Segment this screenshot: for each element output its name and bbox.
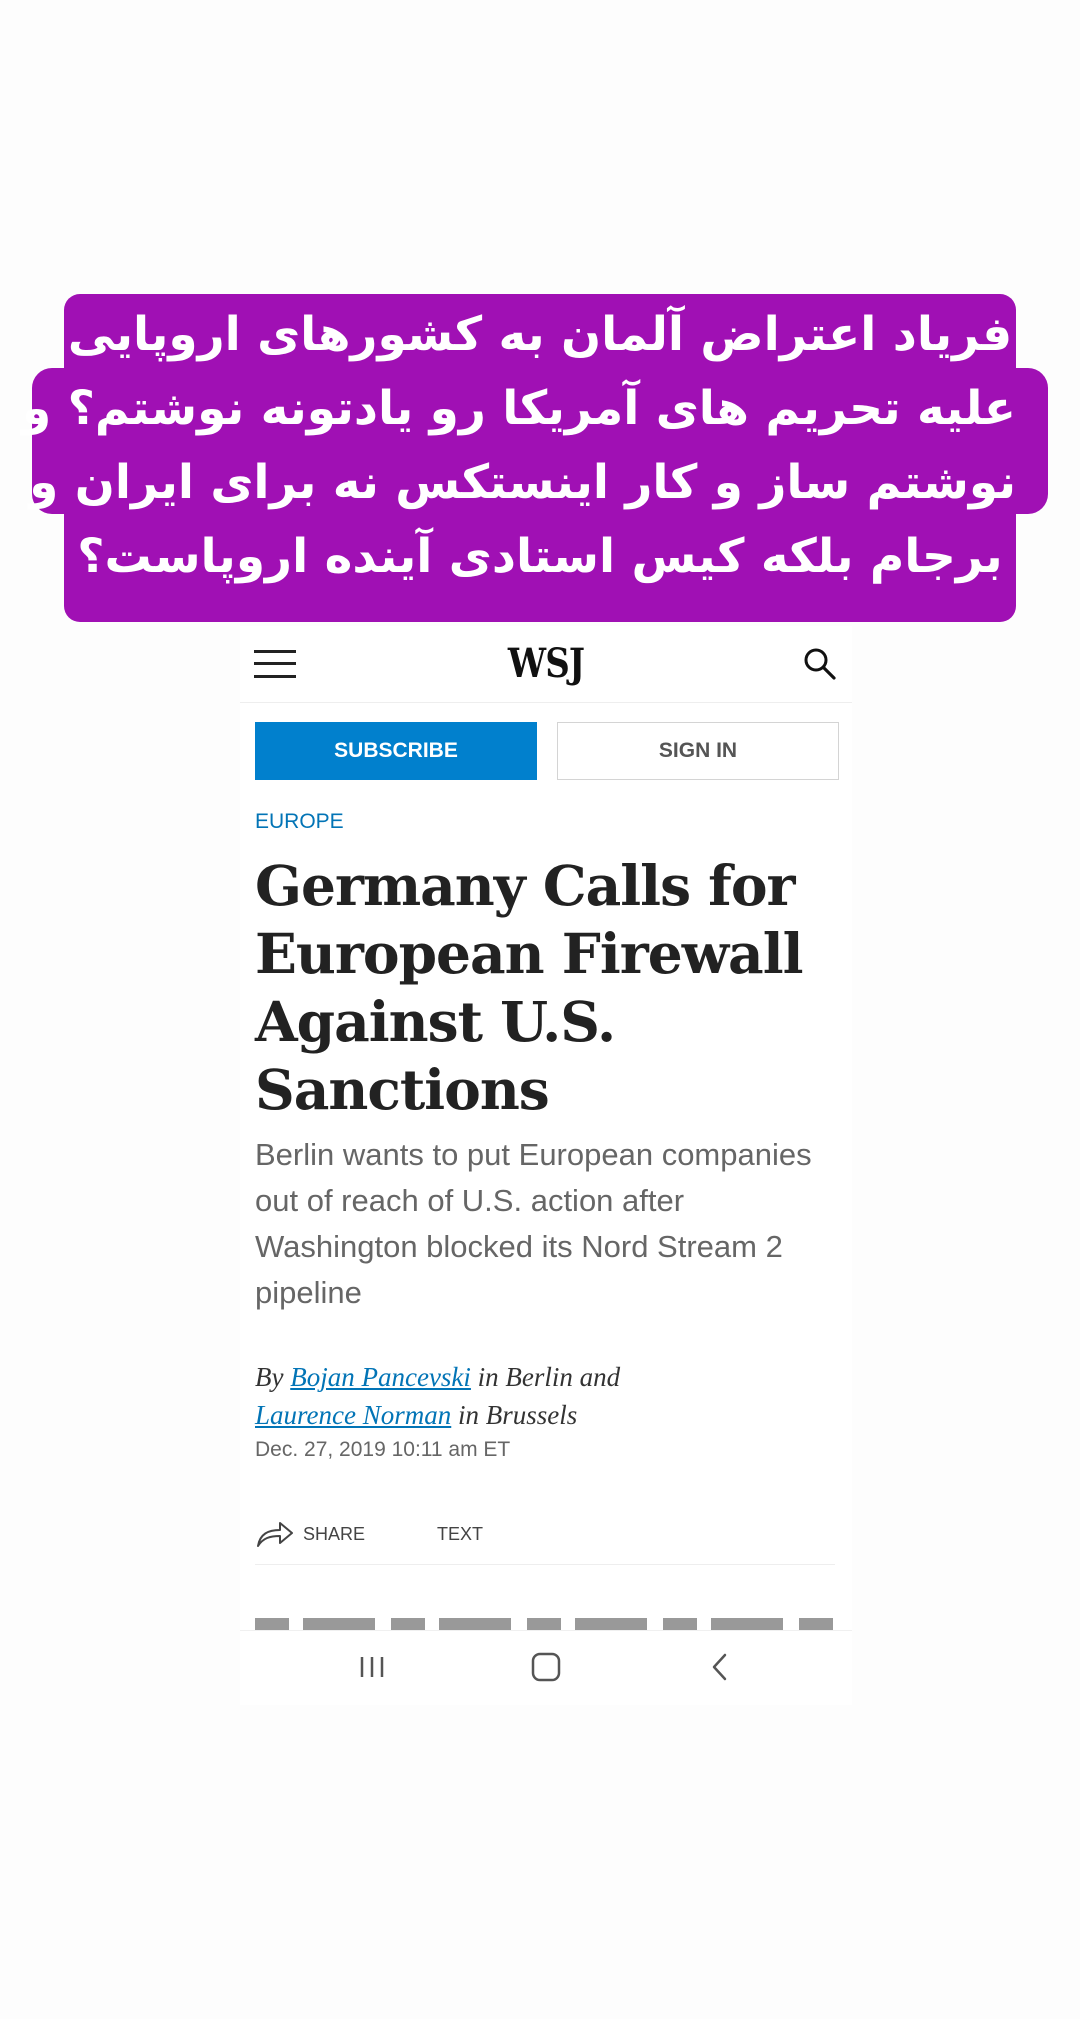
sign-in-button[interactable]: SIGN IN — [557, 722, 839, 780]
share-arrow-icon — [257, 1522, 293, 1547]
text-label: TEXT — [437, 1523, 484, 1544]
article-tools: SHARE TEXT — [255, 1514, 835, 1565]
hamburger-menu-icon[interactable] — [254, 648, 296, 680]
article-header: EUROPE Germany Calls for European Firewa… — [255, 804, 835, 1462]
android-nav-bar — [240, 1630, 852, 1705]
publish-date: Dec. 27, 2019 10:11 am ET — [255, 1438, 511, 1461]
article-body-peek — [255, 1616, 835, 1630]
byline-location: in Brussels — [458, 1400, 578, 1430]
caption-text: فریاد اعتراض آلمان به کشورهای اروپایی عل… — [22, 294, 1016, 594]
body-text-fragment — [255, 1618, 835, 1630]
article-headline: Germany Calls for European Firewall Agai… — [255, 853, 803, 1122]
caption-line: نوشتم ساز و کار اینستکس نه برای ایران و — [29, 455, 1016, 510]
byline-prefix: By — [255, 1362, 284, 1392]
share-label: SHARE — [303, 1523, 366, 1544]
byline: By Bojan Pancevski in Berlin and Laurenc… — [255, 1358, 835, 1434]
article-dek: Berlin wants to put European companies o… — [255, 1137, 812, 1310]
search-icon[interactable] — [802, 646, 838, 682]
caption-line: فریاد اعتراض آلمان به کشورهای اروپایی — [67, 307, 1013, 362]
home-icon[interactable] — [526, 1649, 566, 1685]
caption-line: علیه تحریم های آمریکا رو یادتونه نوشتم؟ … — [22, 381, 1016, 436]
byline-location: in Berlin and — [477, 1362, 621, 1392]
caption-line: برجام بلکه کیس استادی آینده اروپاست؟ — [77, 529, 1003, 584]
subscribe-button[interactable]: SUBSCRIBE — [255, 722, 537, 780]
back-icon[interactable] — [700, 1649, 740, 1685]
overlay-caption: فریاد اعتراض آلمان به کشورهای اروپایی عل… — [22, 294, 1048, 622]
author-link[interactable]: Bojan Pancevski — [290, 1362, 471, 1392]
text-size-button[interactable]: TEXT — [437, 1514, 483, 1554]
top-bar: WSJ — [240, 626, 852, 703]
share-button[interactable]: SHARE — [255, 1514, 365, 1554]
phone-screenshot: WSJ SUBSCRIBE SIGN IN EUROPE Germany Cal… — [240, 626, 852, 1705]
author-link[interactable]: Laurence Norman — [255, 1400, 451, 1430]
wsj-logo[interactable]: WSJ — [481, 640, 610, 687]
recent-apps-icon[interactable] — [352, 1649, 392, 1685]
section-label[interactable]: EUROPE — [255, 804, 835, 840]
